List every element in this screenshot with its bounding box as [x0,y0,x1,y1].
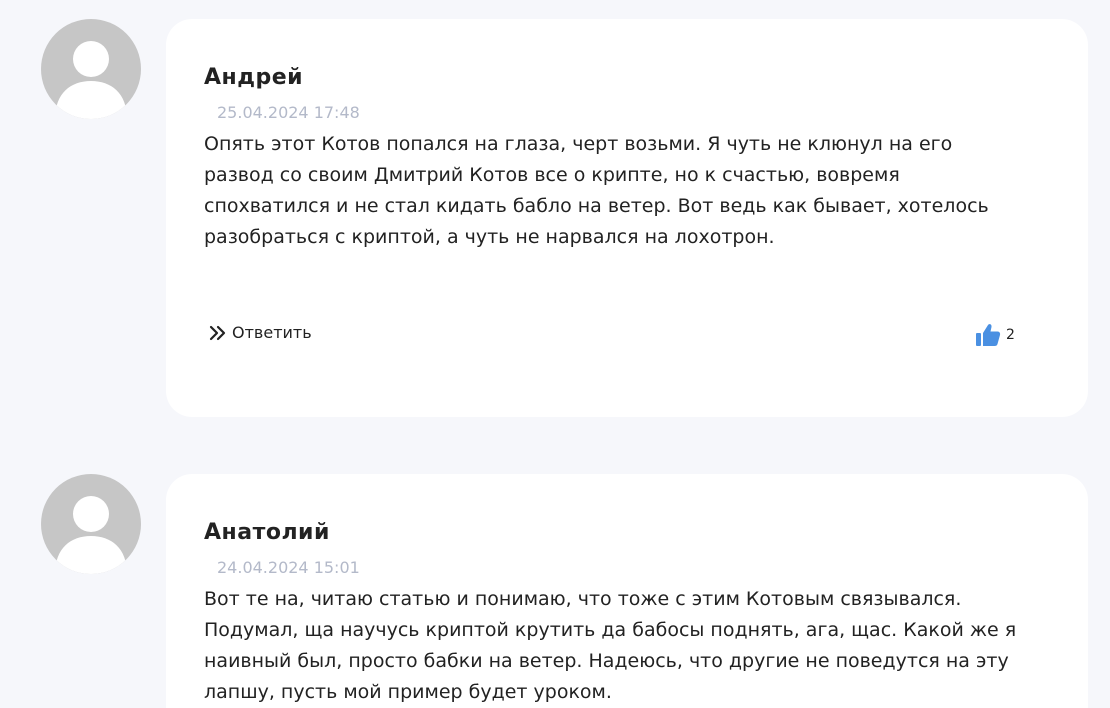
comment-text: Вот те на, читаю статью и понимаю, что т… [204,588,1017,703]
comment-item: Анатолий 24.04.2024 15:01 Вот те на, чит… [0,0,1110,708]
comment-author: Анатолий [204,520,330,545]
comment-card: Анатолий 24.04.2024 15:01 Вот те на, чит… [166,474,1088,708]
comment-date: 24.04.2024 15:01 [217,558,360,577]
avatar [41,474,141,574]
user-silhouette-icon [55,496,127,574]
